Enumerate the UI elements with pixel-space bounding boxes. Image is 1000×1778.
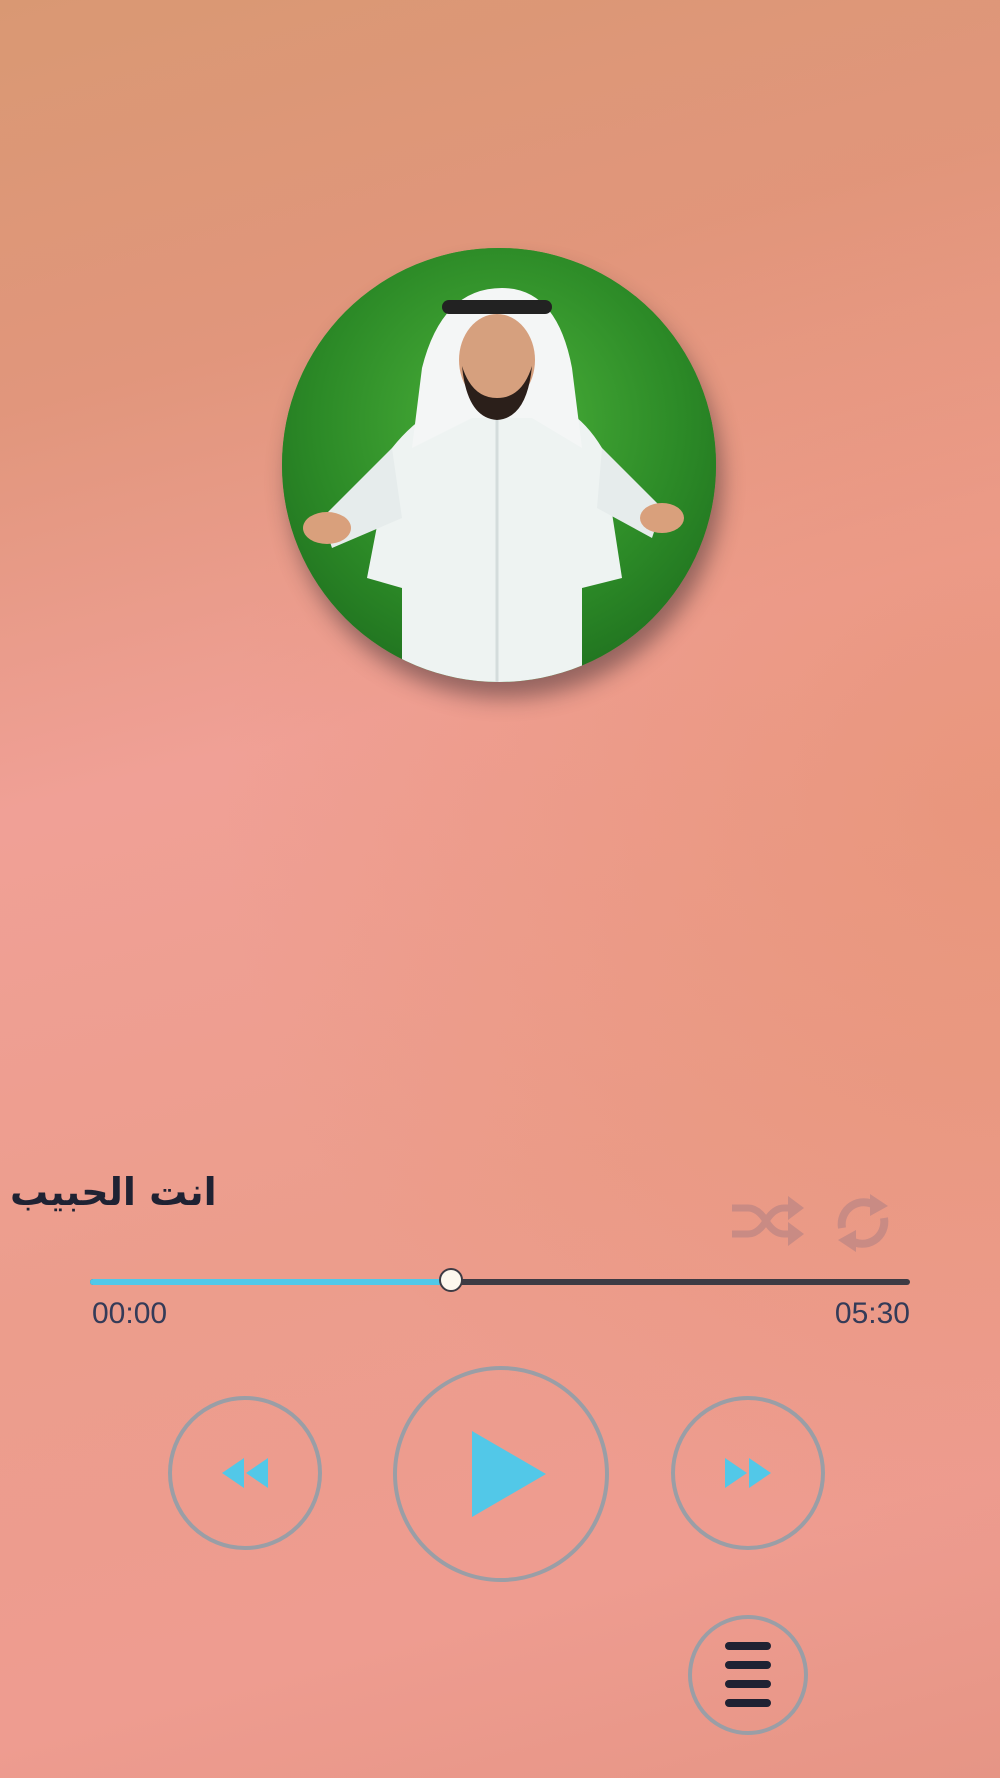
playlist-menu-button[interactable]: [688, 1615, 808, 1735]
progress-bar[interactable]: [90, 1268, 910, 1292]
repeat-button[interactable]: [832, 1192, 894, 1254]
menu-icon: [725, 1642, 771, 1707]
shuffle-button[interactable]: [728, 1190, 804, 1252]
play-button[interactable]: [393, 1366, 609, 1582]
fast-forward-button[interactable]: [671, 1396, 825, 1550]
rewind-button[interactable]: [168, 1396, 322, 1550]
shuffle-icon: [732, 1196, 804, 1246]
progress-thumb[interactable]: [438, 1268, 463, 1292]
play-icon: [472, 1431, 546, 1517]
progress-fill: [90, 1279, 451, 1285]
elapsed-time: 00:00: [92, 1297, 168, 1330]
artist-portrait-image: [282, 248, 716, 682]
album-artwork: [282, 248, 716, 682]
fast-forward-icon: [725, 1458, 771, 1488]
repeat-icon: [837, 1194, 889, 1252]
total-duration: 05:30: [834, 1297, 910, 1330]
track-title: انت الحبيب: [10, 1170, 217, 1214]
rewind-icon: [222, 1458, 268, 1488]
